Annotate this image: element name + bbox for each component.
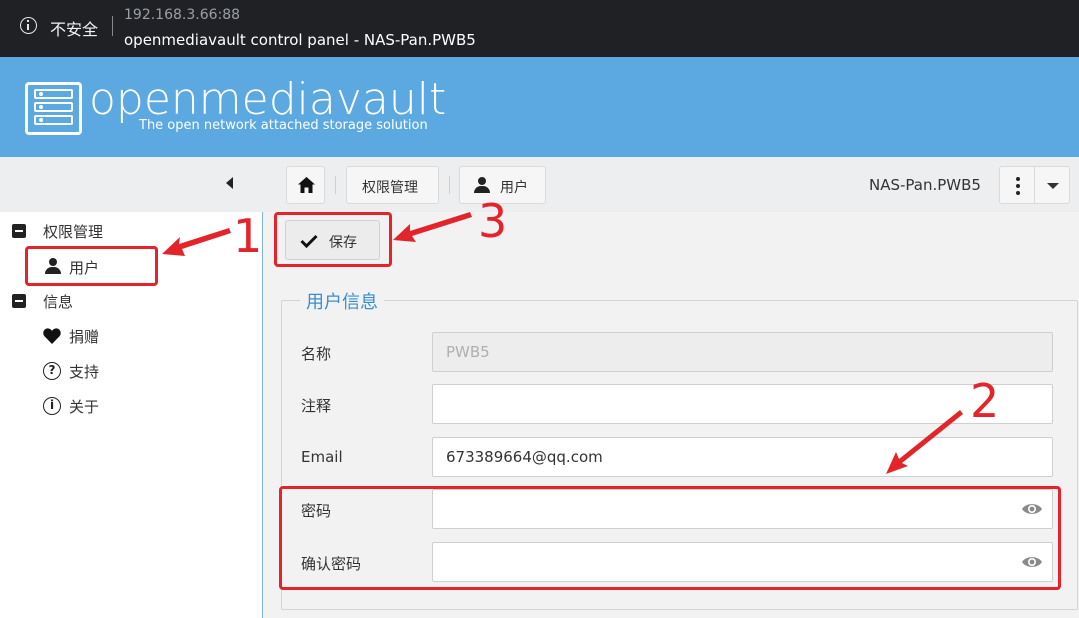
annotation-arrow-2 — [886, 410, 963, 474]
annotation-arrows — [162, 212, 963, 474]
annotation-arrow-3 — [393, 212, 472, 242]
annotation-arrow-1 — [162, 228, 231, 256]
